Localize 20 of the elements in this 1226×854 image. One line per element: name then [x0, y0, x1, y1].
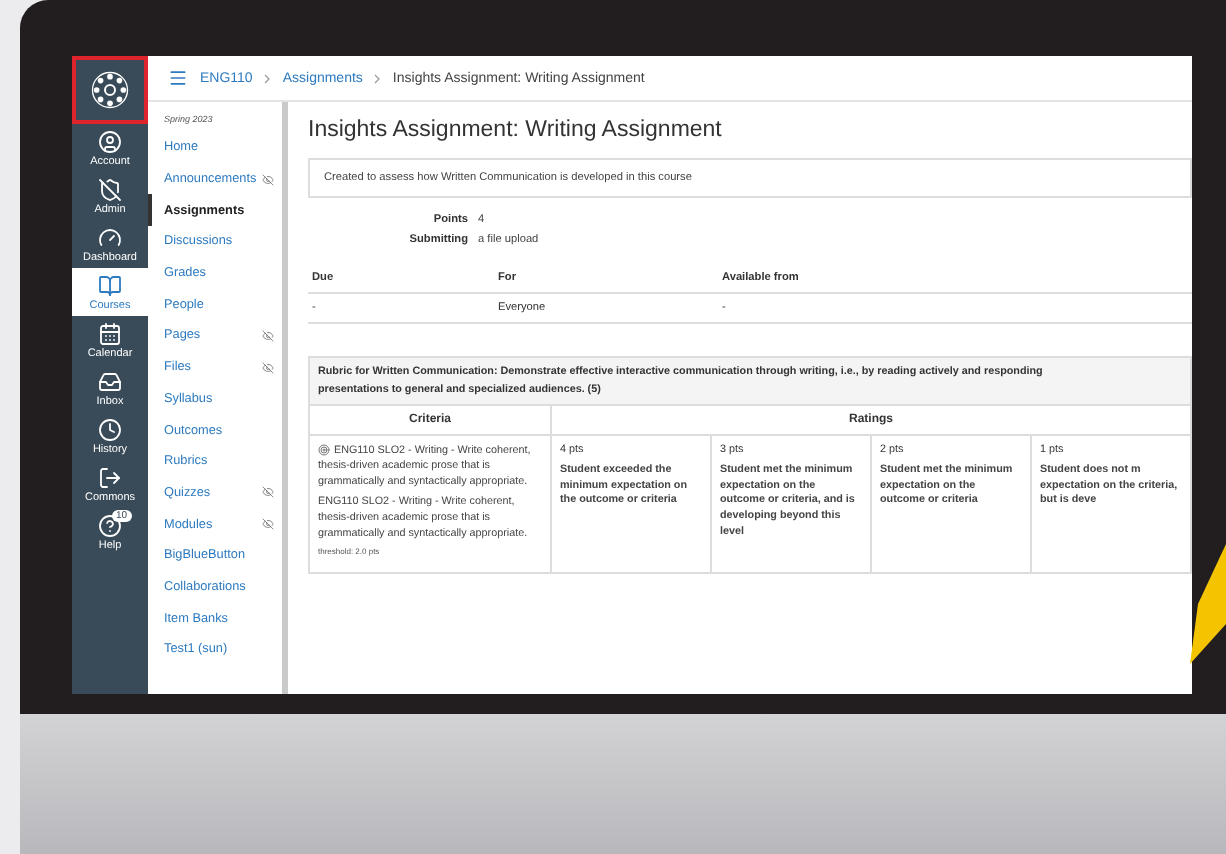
nav-icon [98, 418, 122, 442]
nav-icon [98, 466, 122, 490]
hidden-eye-icon [262, 361, 274, 374]
chevron-right-icon [374, 73, 381, 83]
nav-icon [98, 226, 122, 250]
hidden-eye-icon [262, 329, 274, 342]
chevron-right-icon [264, 73, 271, 83]
outcome-target-icon [318, 444, 330, 456]
logo-icon[interactable] [90, 70, 130, 110]
hidden-eye-icon [262, 486, 274, 499]
nav-icon [98, 178, 122, 202]
nav-icon [98, 274, 122, 298]
page-title: Insights Assignment: Writing Assignment [308, 118, 724, 142]
nav-icon [98, 514, 122, 538]
nav-icon [98, 322, 122, 346]
nav-icon [98, 130, 122, 154]
menu-icon[interactable] [168, 68, 188, 88]
hidden-eye-icon [262, 518, 274, 531]
hidden-eye-icon [262, 173, 274, 186]
nav-icon [98, 370, 122, 394]
